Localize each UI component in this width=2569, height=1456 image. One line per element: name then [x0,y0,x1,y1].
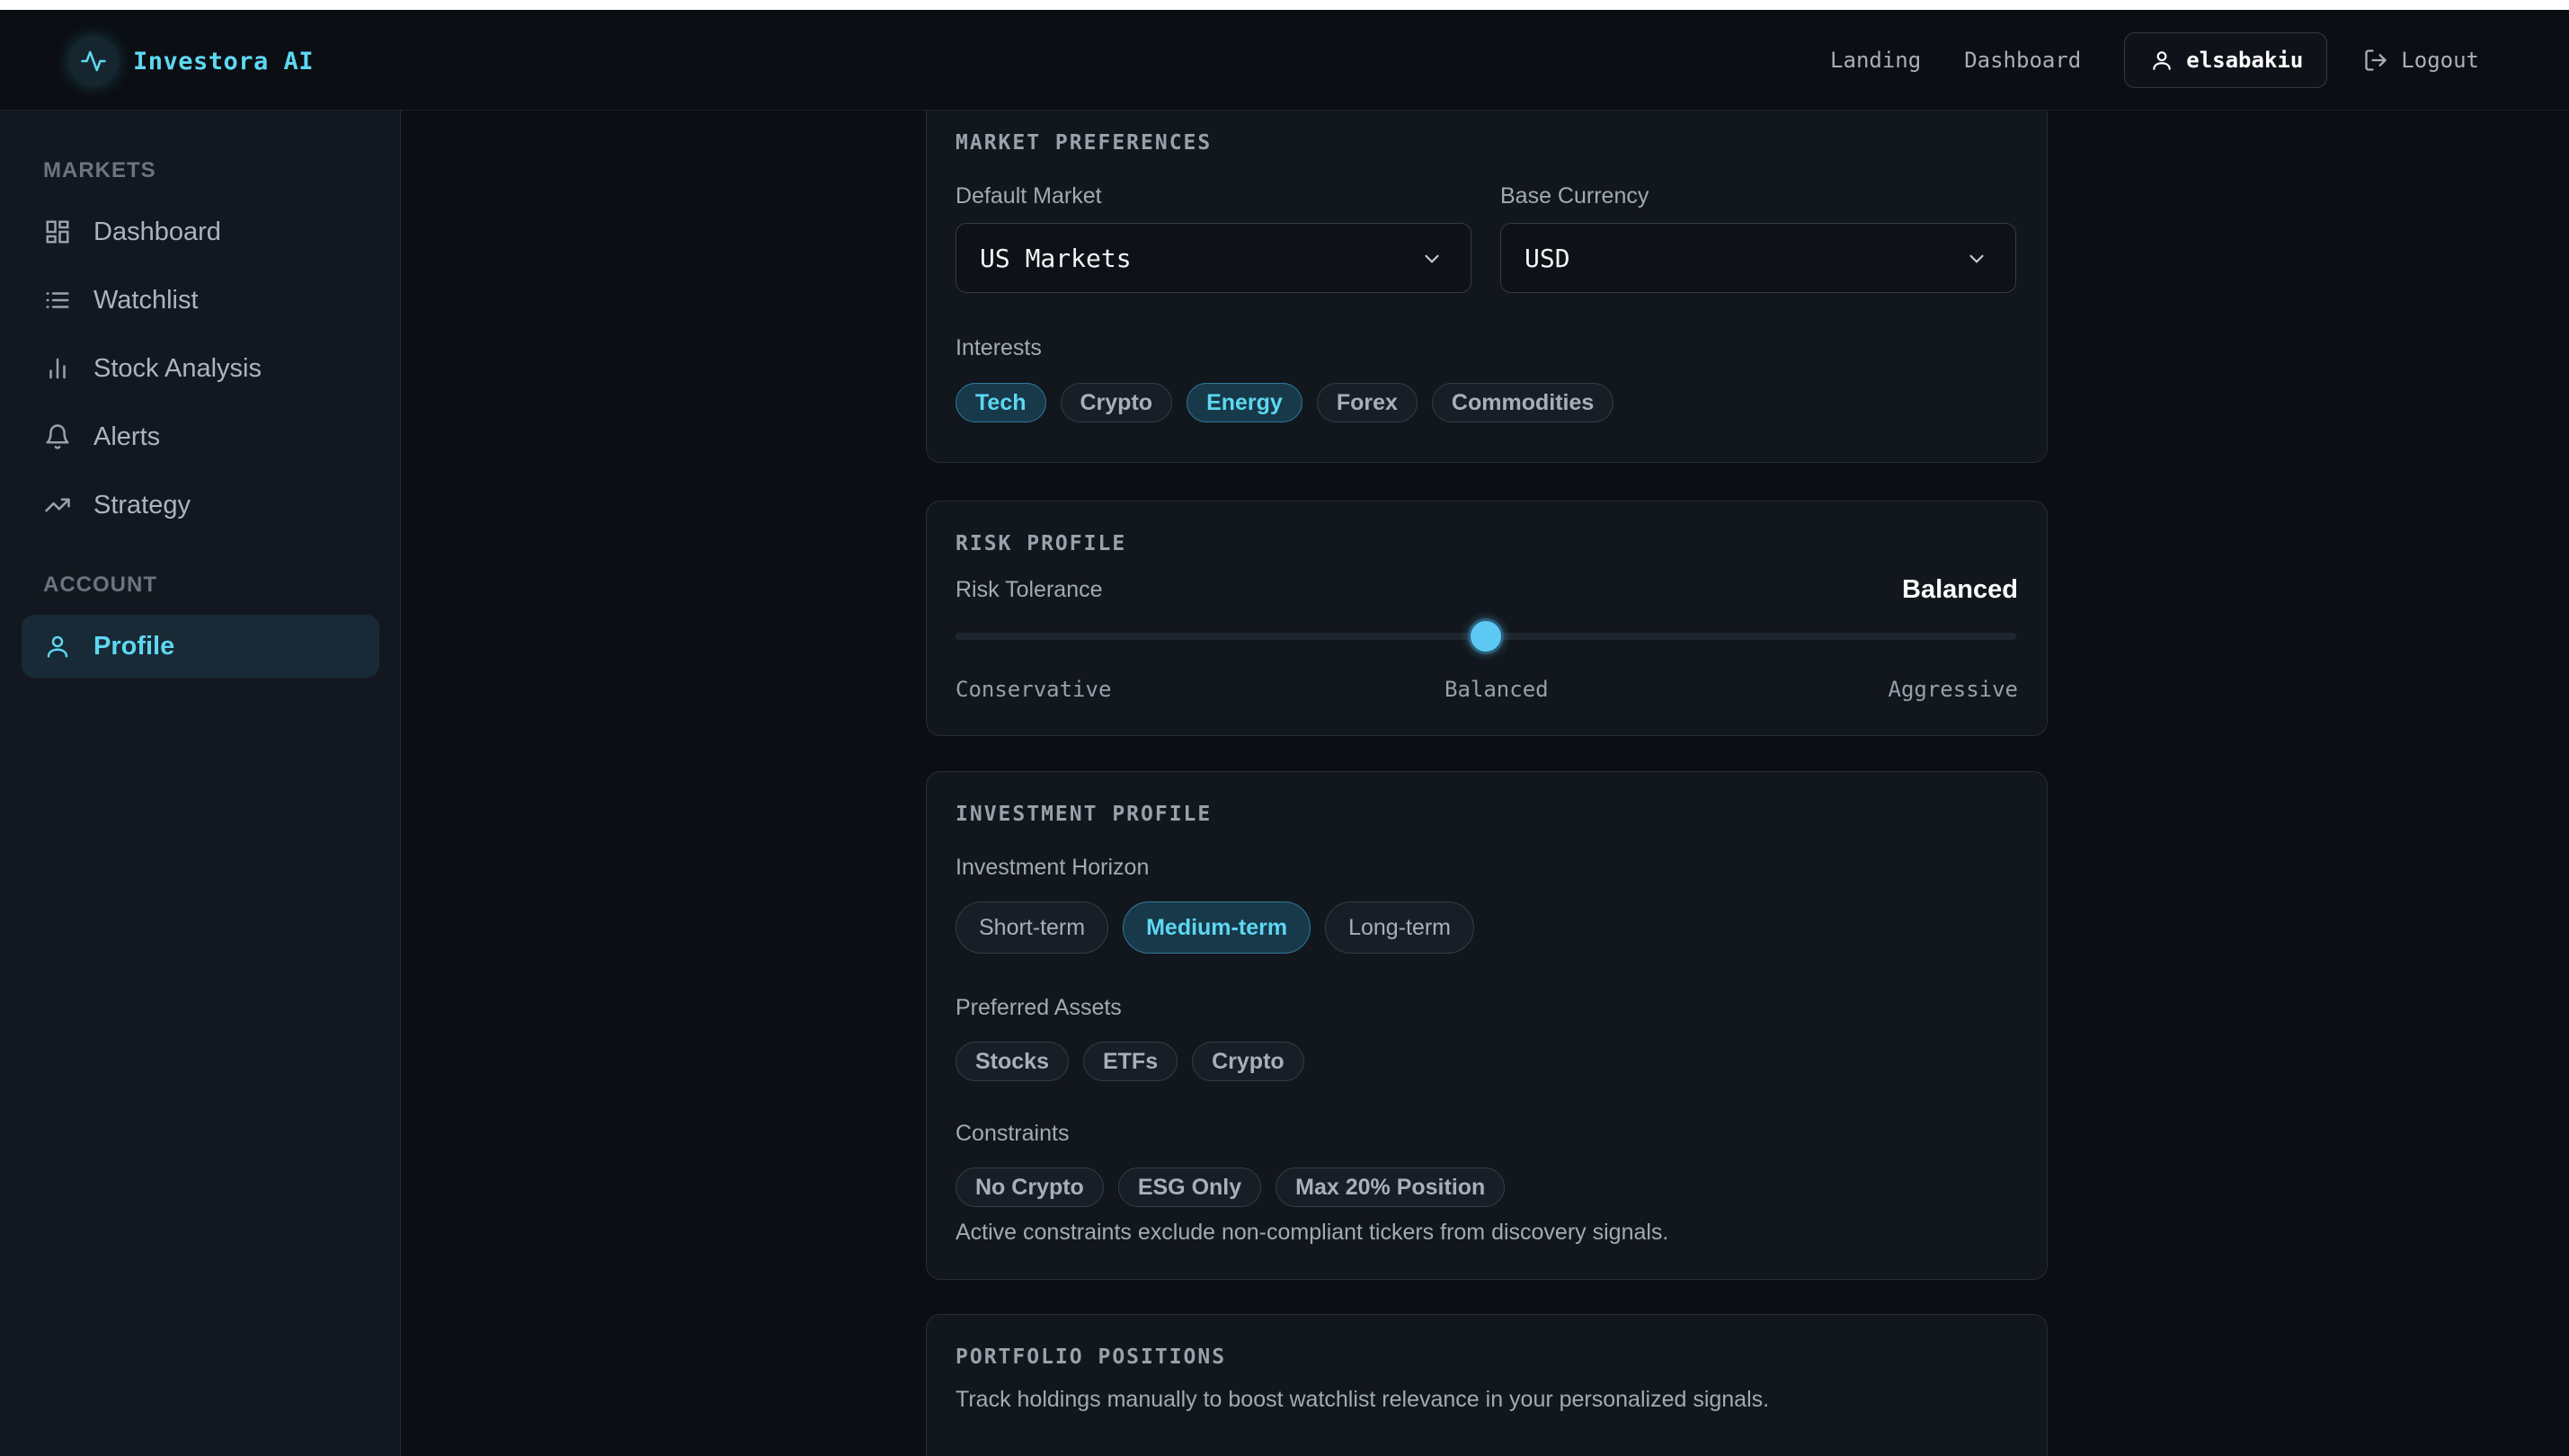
interest-chip-energy[interactable]: Energy [1187,383,1302,422]
sidebar-item-label: Stock Analysis [93,353,262,383]
risk-scale-balanced: Balanced [1445,677,1549,702]
asset-chip-stocks[interactable]: Stocks [956,1042,1069,1081]
logout-label: Logout [2401,48,2479,73]
interests-label: Interests [956,335,1042,360]
default-market-value: US Markets [980,243,1132,273]
activity-pulse-icon [68,36,119,86]
logout-button[interactable]: Logout [2363,48,2479,73]
risk-tolerance-label: Risk Tolerance [956,577,1103,602]
trending-up-icon [43,491,72,519]
sidebar-heading-account: ACCOUNT [43,573,157,597]
constraint-chip-esg-only[interactable]: ESG Only [1117,1167,1262,1207]
base-currency-value: USD [1525,243,1570,273]
logout-icon [2365,49,2387,71]
interest-chip-tech[interactable]: Tech [956,383,1046,422]
risk-slider-thumb[interactable] [1468,618,1504,654]
user-icon [43,632,72,661]
app-window: Investora AI Landing Dashboard elsabakiu… [0,10,2569,1456]
constraints-label: Constraints [956,1121,1070,1146]
card-title: PORTFOLIO POSITIONS [956,1345,1227,1369]
horizon-options: Short-term Medium-term Long-term [956,901,1489,954]
interest-chip-commodities[interactable]: Commodities [1431,383,1614,422]
user-icon [2153,51,2171,70]
card-title: RISK PROFILE [956,532,1127,555]
market-preferences-card: MARKET PREFERENCES Default Market Base C… [926,111,2048,463]
card-title: INVESTMENT PROFILE [956,803,1213,826]
preferred-assets-label: Preferred Assets [956,995,1122,1020]
sidebar-item-label: Dashboard [93,217,221,246]
user-menu-button[interactable]: elsabakiu [2124,32,2328,88]
main-content[interactable]: MARKET PREFERENCES Default Market Base C… [401,111,2569,1456]
sidebar-item-alerts[interactable]: Alerts [22,405,379,468]
interests-chips: Tech Crypto Energy Forex Commodities [956,383,1628,422]
default-market-label: Default Market [956,183,1102,209]
sidebar-item-label: Profile [93,631,175,661]
card-title: MARKET PREFERENCES [956,131,1213,155]
default-market-select[interactable]: US Markets [956,223,1471,293]
constraints-note: Active constraints exclude non-compliant… [956,1220,1669,1245]
risk-scale-conservative: Conservative [956,677,1112,702]
top-bar: Investora AI Landing Dashboard elsabakiu… [0,10,2569,111]
sidebar-heading-markets: MARKETS [43,158,156,182]
interest-chip-forex[interactable]: Forex [1316,383,1418,422]
horizon-medium-term[interactable]: Medium-term [1123,901,1311,954]
interest-chip-crypto[interactable]: Crypto [1060,383,1173,422]
username: elsabakiu [2186,48,2304,73]
investment-horizon-label: Investment Horizon [956,855,1150,880]
sidebar-item-profile[interactable]: Profile [22,615,379,678]
sidebar-item-label: Alerts [93,422,161,451]
constraints-chips: No Crypto ESG Only Max 20% Position [956,1167,1519,1207]
risk-tolerance-value: Balanced [1902,575,2018,604]
brand-name: Investora AI [133,47,315,75]
investment-profile-card: INVESTMENT PROFILE Investment Horizon Sh… [926,771,2048,1280]
risk-profile-card: RISK PROFILE Risk Tolerance Balanced Con… [926,501,2048,736]
sidebar-item-strategy[interactable]: Strategy [22,474,379,537]
chevron-down-icon [1425,254,1439,263]
chevron-down-icon [1969,254,1984,263]
constraint-chip-no-crypto[interactable]: No Crypto [956,1167,1104,1207]
top-nav: Landing Dashboard elsabakiu Logout [1830,31,2569,89]
sidebar-item-stock-analysis[interactable]: Stock Analysis [22,337,379,400]
base-currency-label: Base Currency [1500,183,1649,209]
nav-link-dashboard[interactable]: Dashboard [1964,48,2081,73]
bar-chart-icon [43,354,72,383]
asset-chip-crypto[interactable]: Crypto [1192,1042,1304,1081]
grid-icon [43,218,72,246]
risk-scale-aggressive: Aggressive [1888,677,2019,702]
brand[interactable]: Investora AI [68,36,314,86]
horizon-long-term[interactable]: Long-term [1325,901,1475,954]
constraint-chip-max-position[interactable]: Max 20% Position [1276,1167,1506,1207]
nav-link-landing[interactable]: Landing [1830,48,1921,73]
sidebar-item-dashboard[interactable]: Dashboard [22,200,379,263]
sidebar-item-label: Watchlist [93,285,199,315]
horizon-short-term[interactable]: Short-term [956,901,1109,954]
preferred-assets-chips: Stocks ETFs Crypto [956,1042,1319,1081]
sidebar-item-watchlist[interactable]: Watchlist [22,269,379,332]
bell-icon [43,422,72,451]
asset-chip-etfs[interactable]: ETFs [1082,1042,1178,1081]
list-icon [43,286,72,315]
portfolio-positions-card: PORTFOLIO POSITIONS Track holdings manua… [926,1314,2048,1456]
sidebar: MARKETS Dashboard Watchlist Stock Analys… [0,111,401,1456]
portfolio-positions-description: Track holdings manually to boost watchli… [956,1387,1770,1412]
base-currency-select[interactable]: USD [1500,223,2016,293]
sidebar-item-label: Strategy [93,490,191,519]
